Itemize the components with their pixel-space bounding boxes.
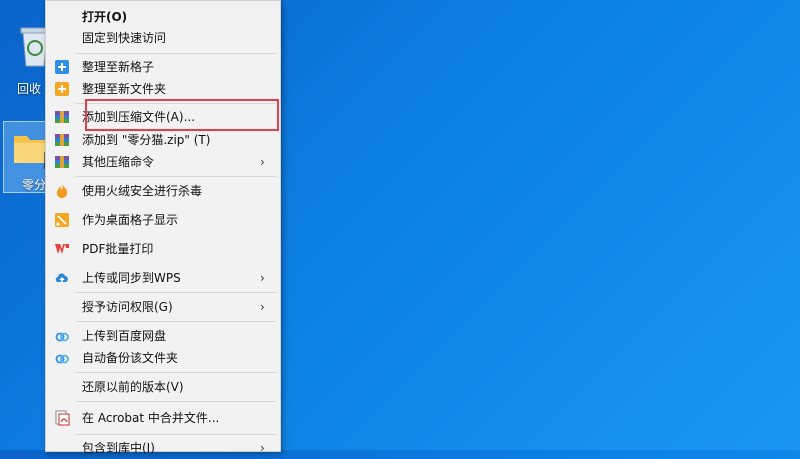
menu-item-label: 自动备份该文件夹 [82,351,179,365]
context-menu: 打开(O) 固定到快速访问 整理至新格子 整理至新文件夹 添加到压缩文件(A).… [45,0,281,455]
archive-icon [55,156,69,168]
menu-separator [76,176,276,177]
menu-item-label: 使用火绒安全进行杀毒 [82,184,203,198]
menu-separator [76,321,276,322]
menu-item-label: 作为桌面格子显示 [82,213,179,227]
menu-item-organize-new-folder[interactable]: 整理至新文件夹 [46,78,280,100]
blue-plus-icon [55,60,69,74]
menu-item-label: 其他压缩命令 [82,155,155,169]
submenu-chevron-icon: › [260,300,265,314]
submenu-chevron-icon: › [260,441,265,455]
menu-item-other-compress-commands[interactable]: 其他压缩命令 › [46,151,280,173]
wps-pdf-icon [55,244,69,254]
menu-item-grant-access[interactable]: 授予访问权限(G) › [46,296,280,318]
menu-item-show-as-desktop-grid[interactable]: 作为桌面格子显示 [46,209,280,231]
menu-item-label: 整理至新文件夹 [82,82,167,96]
submenu-chevron-icon: › [260,271,265,285]
submenu-chevron-icon: › [260,155,265,169]
menu-item-label: PDF批量打印 [82,242,154,256]
menu-item-pin-quick-access[interactable]: 固定到快速访问 [46,27,280,49]
menu-item-label: 上传或同步到WPS [82,271,181,285]
menu-item-label: 固定到快速访问 [82,31,167,45]
menu-separator [76,292,276,293]
menu-item-label: 在 Acrobat 中合并文件... [82,411,220,425]
cloud-upload-icon [55,273,68,283]
menu-separator [76,372,276,373]
archive-icon [55,134,69,146]
grid-icon [55,213,69,227]
menu-item-include-in-library[interactable]: 包含到库中(I) › [46,437,280,459]
menu-separator [76,53,276,54]
menu-item-label: 整理至新格子 [82,60,155,74]
highlight-annotation-box [85,99,279,131]
archive-icon [55,111,69,123]
menu-item-upload-baidu[interactable]: 上传到百度网盘 [46,325,280,347]
menu-item-huorong-scan[interactable]: 使用火绒安全进行杀毒 [46,180,280,202]
acrobat-icon [55,410,70,426]
menu-item-pdf-batch-print[interactable]: PDF批量打印 [46,238,280,260]
menu-item-label: 打开(O) [82,10,128,24]
orange-plus-icon [55,82,69,96]
menu-item-label: 包含到库中(I) [82,441,155,455]
baidu-cloud-icon [55,354,69,364]
menu-item-label: 添加到 "零分猫.zip" (T) [82,133,211,147]
menu-item-open[interactable]: 打开(O) [46,6,280,28]
menu-separator [76,401,276,402]
menu-separator [76,434,276,435]
menu-item-auto-backup-folder[interactable]: 自动备份该文件夹 [46,347,280,369]
menu-item-restore-previous-versions[interactable]: 还原以前的版本(V) [46,376,280,398]
menu-item-label: 还原以前的版本(V) [82,380,184,394]
menu-item-label: 授予访问权限(G) [82,300,173,314]
menu-item-label: 上传到百度网盘 [82,329,167,343]
menu-item-add-to-zip[interactable]: 添加到 "零分猫.zip" (T) [46,129,280,151]
huorong-icon [56,184,68,198]
menu-item-upload-to-wps[interactable]: 上传或同步到WPS › [46,267,280,289]
menu-item-organize-new-grid[interactable]: 整理至新格子 [46,56,280,78]
menu-item-acrobat-combine[interactable]: 在 Acrobat 中合并文件... [46,407,280,429]
baidu-cloud-icon [55,332,69,342]
